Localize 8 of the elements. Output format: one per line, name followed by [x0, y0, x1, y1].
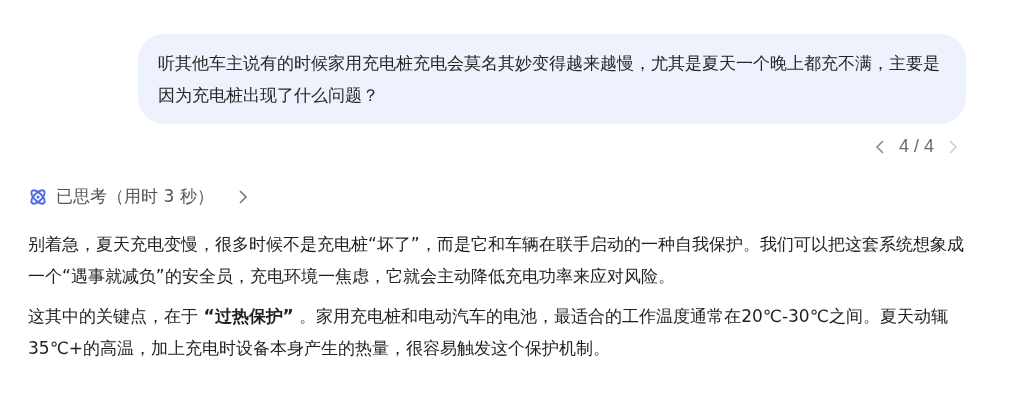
chevron-icon[interactable]: [237, 189, 248, 204]
atom-icon: [28, 186, 48, 207]
page-counter: 4 / 4: [898, 136, 934, 157]
thinking-toggle[interactable]: 已思考（用时 3 秒）: [56, 185, 214, 208]
answer-paragraph: 别着急，夏天充电变慢，很多时候不是充电桩“坏了”，而是它和车辆在联手启动的一种自我保护。我们可以把这套系统想象成一个“遇事就减负”的安全员，充电环境一焦虑，它就会主动降低充电功率来应对风险。: [28, 233, 965, 288]
user-message: 听其他车主说有的时候家用充电桩充电会莫名其妙变得越来越慢，尤其是夏天一个晚上都充不满，主要是因为充电桩出现了什么问题？: [138, 34, 966, 124]
answer-paragraph: 这其中的关键点，在于 “过热保护” 。家用充电桩和电动汽车的电池，最适合的工作温度通常在20℃-30℃之间。夏天动辄35℃+的高温，加上充电时设备本身产生的热量，很容易触发这个保护机制。: [28, 305, 949, 360]
previous-icon[interactable]: [874, 139, 885, 154]
